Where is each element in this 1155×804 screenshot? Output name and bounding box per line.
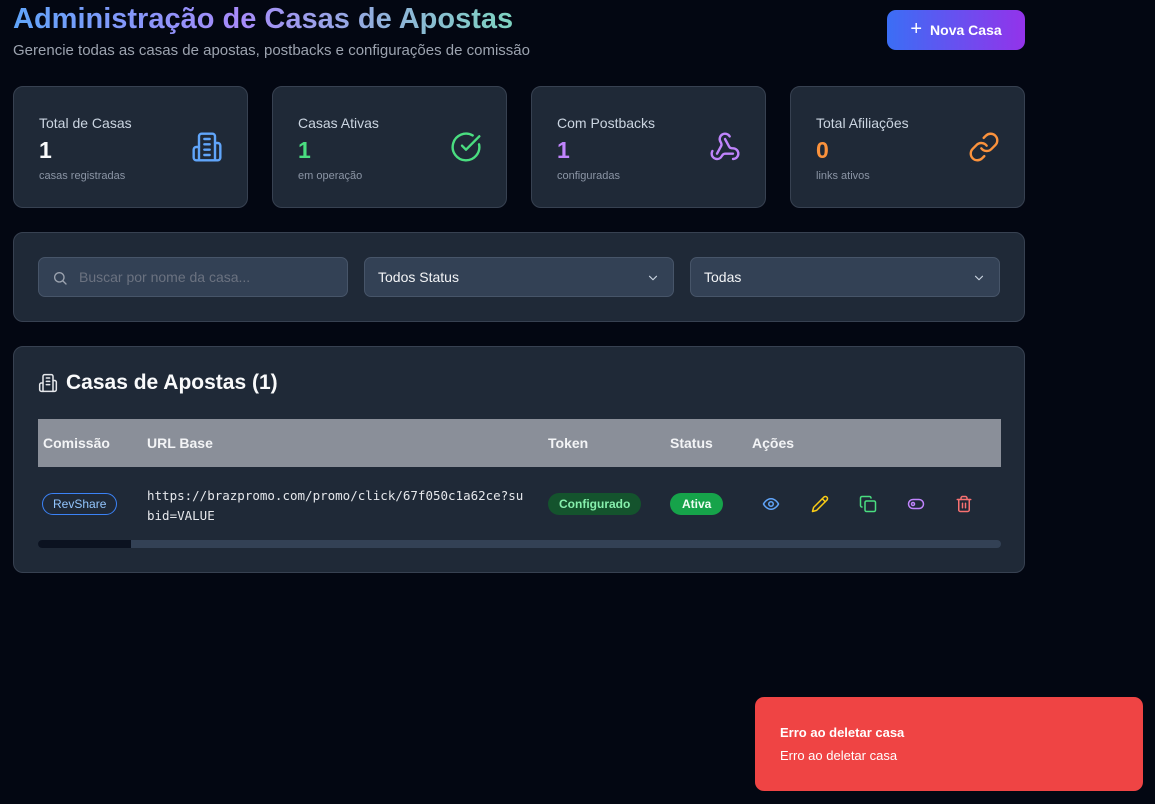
chevron-down-icon (648, 275, 658, 281)
stat-label: Casas Ativas (298, 115, 379, 131)
search-box[interactable] (38, 257, 348, 297)
plus-icon: + (910, 18, 923, 40)
stat-label: Total Afiliações (816, 115, 909, 131)
scrollbar-thumb[interactable] (38, 540, 131, 548)
check-circle-icon (451, 132, 481, 162)
toast-message: Erro ao deletar casa (780, 748, 898, 763)
toast-title: Erro ao deletar casa (780, 725, 905, 740)
stat-card-active: Casas Ativas 1 em operação (272, 86, 507, 208)
copy-icon[interactable] (859, 495, 877, 513)
column-header: Comissão (43, 435, 110, 451)
token-badge: Configurado (548, 493, 642, 515)
stat-desc: em operação (298, 170, 363, 182)
table-title-text: Casas de Apostas (1) (66, 371, 278, 394)
houses-table-card: Casas de Apostas (1) Comissão URL Base T… (13, 346, 1025, 573)
stat-value: 1 (298, 137, 311, 163)
stat-card-affiliations: Total Afiliações 0 links ativos (790, 86, 1025, 208)
status-badge: Ativa (670, 493, 724, 515)
toggle-icon[interactable] (907, 495, 925, 513)
link-icon (969, 132, 999, 162)
commission-badge: RevShare (42, 493, 118, 515)
status-filter-select[interactable]: Todos Status (364, 257, 674, 297)
page-title: Administração de Casas de Apostas (13, 3, 514, 35)
column-header: Token (548, 435, 589, 451)
search-icon (54, 272, 67, 285)
table-header: Comissão URL Base Token Status Ações (38, 419, 1001, 467)
new-house-label: Nova Casa (930, 22, 1002, 38)
stat-value: 1 (557, 137, 570, 163)
page: Administração de Casas de Apostas Gerenc… (0, 0, 1155, 804)
edit-icon[interactable] (811, 495, 829, 513)
base-url: https://brazpromo.com/promo/click/67f050… (147, 488, 524, 523)
filters-panel: Todos Status Todas (13, 232, 1025, 322)
table-row: RevShare https://brazpromo.com/promo/cli… (38, 467, 1001, 539)
new-house-button[interactable]: + Nova Casa (887, 10, 1025, 50)
status-filter-value: Todos Status (378, 269, 459, 285)
page-subtitle: Gerencie todas as casas de apostas, post… (13, 42, 530, 59)
stat-value: 1 (39, 137, 52, 163)
stat-card-postbacks: Com Postbacks 1 configuradas (531, 86, 766, 208)
webhook-icon (710, 132, 740, 161)
type-filter-select[interactable]: Todas (690, 257, 1000, 297)
table-title: Casas de Apostas (1) (38, 371, 278, 395)
stat-label: Com Postbacks (557, 115, 656, 131)
search-input[interactable] (79, 258, 339, 296)
type-filter-value: Todas (704, 269, 742, 285)
stat-card-total: Total de Casas 1 casas registradas (13, 86, 248, 208)
delete-icon[interactable] (955, 495, 973, 513)
column-header: Ações (752, 435, 795, 451)
stat-value: 0 (816, 137, 829, 163)
building-icon (192, 132, 222, 162)
stat-desc: casas registradas (39, 170, 126, 182)
column-header: Status (670, 435, 713, 451)
view-icon[interactable] (762, 495, 780, 513)
column-header: URL Base (147, 435, 213, 451)
stat-label: Total de Casas (39, 115, 132, 131)
stat-desc: configuradas (557, 170, 620, 182)
error-toast[interactable]: Erro ao deletar casa Erro ao deletar cas… (755, 697, 1143, 791)
stat-desc: links ativos (816, 170, 870, 182)
building-icon (38, 373, 58, 393)
horizontal-scrollbar[interactable] (38, 540, 1001, 548)
chevron-down-icon (974, 275, 984, 281)
